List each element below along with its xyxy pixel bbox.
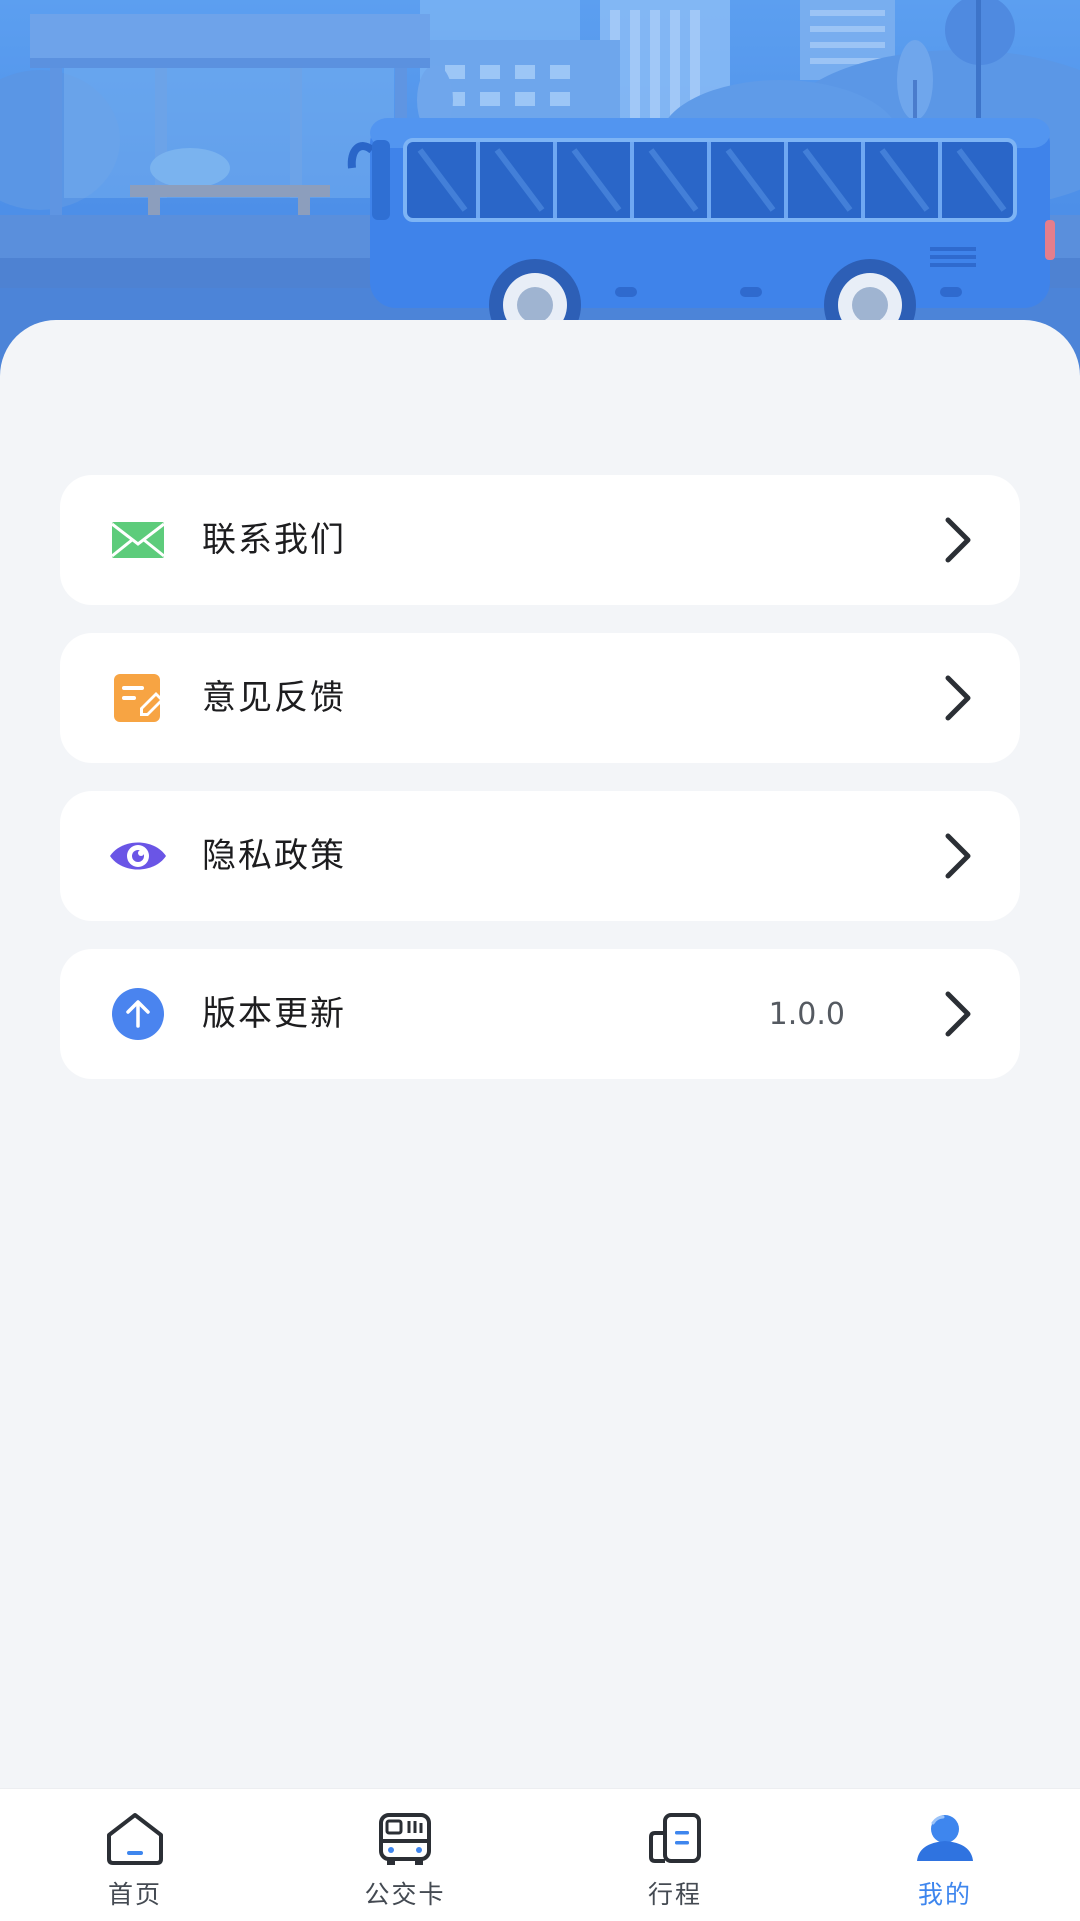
trip-icon (643, 1811, 707, 1867)
tab-mine[interactable]: 我的 (810, 1789, 1080, 1921)
menu-item-contact-us[interactable]: 联系我们 (60, 475, 1020, 605)
tab-label: 行程 (647, 1880, 702, 1909)
menu-item-version-update[interactable]: 版本更新 1.0.0 (60, 949, 1020, 1079)
tab-bus-card[interactable]: 公交卡 (270, 1789, 540, 1921)
chevron-right-icon (932, 990, 980, 1038)
menu-item-label: 隐私政策 (202, 836, 346, 876)
version-number: 1.0.0 (768, 997, 845, 1032)
feedback-edit-icon (110, 670, 166, 726)
home-icon (103, 1811, 167, 1867)
menu-item-label: 版本更新 (202, 994, 346, 1034)
chevron-right-icon (932, 516, 980, 564)
tab-label: 我的 (917, 1880, 972, 1909)
menu-item-label: 意见反馈 (202, 678, 346, 718)
user-icon (913, 1811, 977, 1867)
bus-card-icon (373, 1811, 437, 1867)
menu-item-privacy-policy[interactable]: 隐私政策 (60, 791, 1020, 921)
upload-arrow-icon (110, 986, 166, 1042)
mail-icon (110, 512, 166, 568)
chevron-right-icon (932, 674, 980, 722)
tab-trip[interactable]: 行程 (540, 1789, 810, 1921)
tab-label: 首页 (107, 1880, 162, 1909)
tab-home[interactable]: 首页 (0, 1789, 270, 1921)
menu-item-label: 联系我们 (202, 520, 346, 560)
menu-item-feedback[interactable]: 意见反馈 (60, 633, 1020, 763)
tab-label: 公交卡 (364, 1880, 446, 1909)
chevron-right-icon (932, 832, 980, 880)
eye-icon (110, 828, 166, 884)
bottom-tab-bar: 首页 公交卡 行程 我的 (0, 1788, 1080, 1921)
